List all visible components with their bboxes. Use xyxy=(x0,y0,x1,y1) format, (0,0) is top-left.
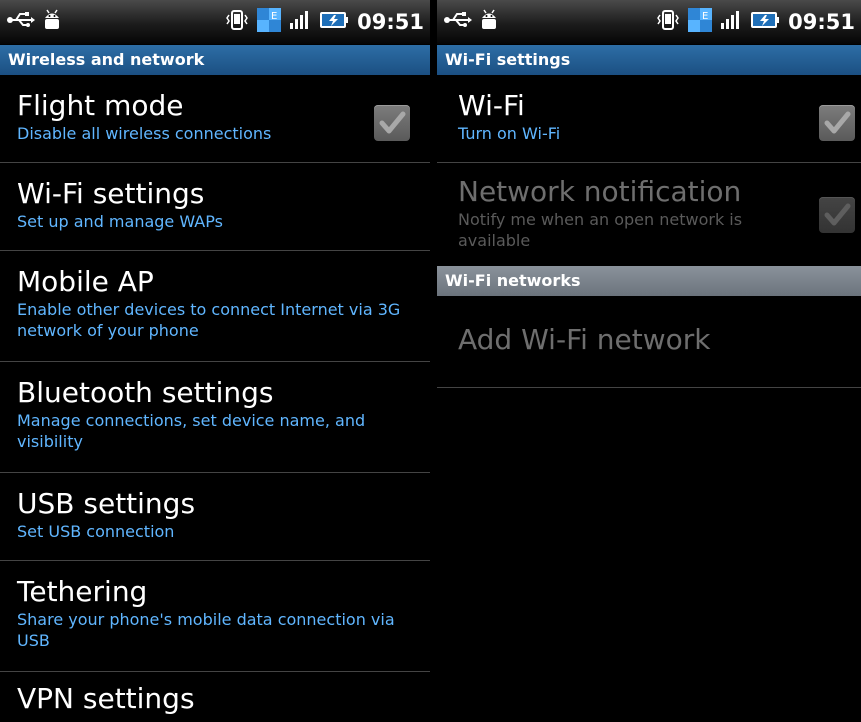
pref-title: Network notification xyxy=(458,175,742,208)
pref-title: Wi-Fi xyxy=(458,89,525,122)
wifi-checkbox[interactable] xyxy=(819,105,855,141)
network-notification-item[interactable]: Network notification Notify me when an o… xyxy=(437,163,861,266)
status-clock: 09:51 xyxy=(788,10,855,34)
section-header-wifi-networks: Wi-Fi networks xyxy=(437,266,861,296)
pref-summary: Notify me when an open network is availa… xyxy=(458,210,743,250)
pref-title: Mobile AP xyxy=(17,265,154,298)
pref-title: Tethering xyxy=(17,575,148,608)
status-bar: E 09:51 xyxy=(0,0,430,45)
section-header-wifi-settings: Wi-Fi settings xyxy=(437,45,861,75)
wifi-settings-screen: E 09:51 Wi-Fi settings Wi-Fi Turn on Wi-… xyxy=(437,0,861,722)
flight-mode-checkbox[interactable] xyxy=(374,105,410,141)
checkmark-icon xyxy=(379,111,406,134)
battery-charging-icon xyxy=(319,10,349,34)
sync-icon: E xyxy=(257,8,282,36)
bluetooth-settings-item[interactable]: Bluetooth settings Manage connections, s… xyxy=(0,362,430,473)
usb-settings-item[interactable]: USB settings Set USB connection xyxy=(0,473,430,561)
usb-debugging-icon xyxy=(6,9,36,35)
vibrate-icon xyxy=(656,9,680,35)
pref-title: Wi-Fi settings xyxy=(17,177,205,210)
pref-summary: Turn on Wi-Fi xyxy=(458,124,561,143)
pref-title: Bluetooth settings xyxy=(17,376,274,409)
wifi-settings-item[interactable]: Wi-Fi settings Set up and manage WAPs xyxy=(0,163,430,251)
pref-summary: Disable all wireless connections xyxy=(17,124,272,143)
wifi-toggle-item[interactable]: Wi-Fi Turn on Wi-Fi xyxy=(437,75,861,163)
pref-title: USB settings xyxy=(17,487,196,520)
add-wifi-network-item[interactable]: Add Wi-Fi network xyxy=(437,296,861,388)
pref-summary: Enable other devices to connect Internet… xyxy=(17,300,401,340)
checkmark-icon xyxy=(824,111,851,134)
pref-summary: Share your phone's mobile data connectio… xyxy=(17,610,395,650)
signal-icon xyxy=(289,10,311,34)
status-clock: 09:51 xyxy=(357,10,424,34)
pref-title: Add Wi-Fi network xyxy=(458,323,711,356)
checkmark-icon xyxy=(824,203,851,226)
section-header-wireless: Wireless and network xyxy=(0,45,430,75)
usb-debugging-icon xyxy=(443,9,473,35)
android-debug-icon xyxy=(42,9,62,35)
battery-charging-icon xyxy=(750,10,780,34)
pref-summary: Set up and manage WAPs xyxy=(17,212,223,231)
pref-title: VPN settings xyxy=(17,682,195,715)
android-debug-icon xyxy=(479,9,499,35)
sync-icon: E xyxy=(688,8,713,36)
flight-mode-item[interactable]: Flight mode Disable all wireless connect… xyxy=(0,75,430,163)
pref-summary: Set USB connection xyxy=(17,522,175,541)
pref-title: Flight mode xyxy=(17,89,184,122)
tethering-item[interactable]: Tethering Share your phone's mobile data… xyxy=(0,561,430,672)
svg-text:E: E xyxy=(702,11,708,22)
signal-icon xyxy=(720,10,742,34)
pref-summary: Manage connections, set device name, and… xyxy=(17,411,366,451)
vibrate-icon xyxy=(225,9,249,35)
svg-text:E: E xyxy=(271,11,277,22)
vpn-settings-item[interactable]: VPN settings xyxy=(0,672,430,722)
status-bar: E 09:51 xyxy=(437,0,861,45)
wireless-settings-screen: E 09:51 Wireless and network Flight mode… xyxy=(0,0,430,722)
mobile-ap-item[interactable]: Mobile AP Enable other devices to connec… xyxy=(0,251,430,362)
network-notification-checkbox[interactable] xyxy=(819,197,855,233)
